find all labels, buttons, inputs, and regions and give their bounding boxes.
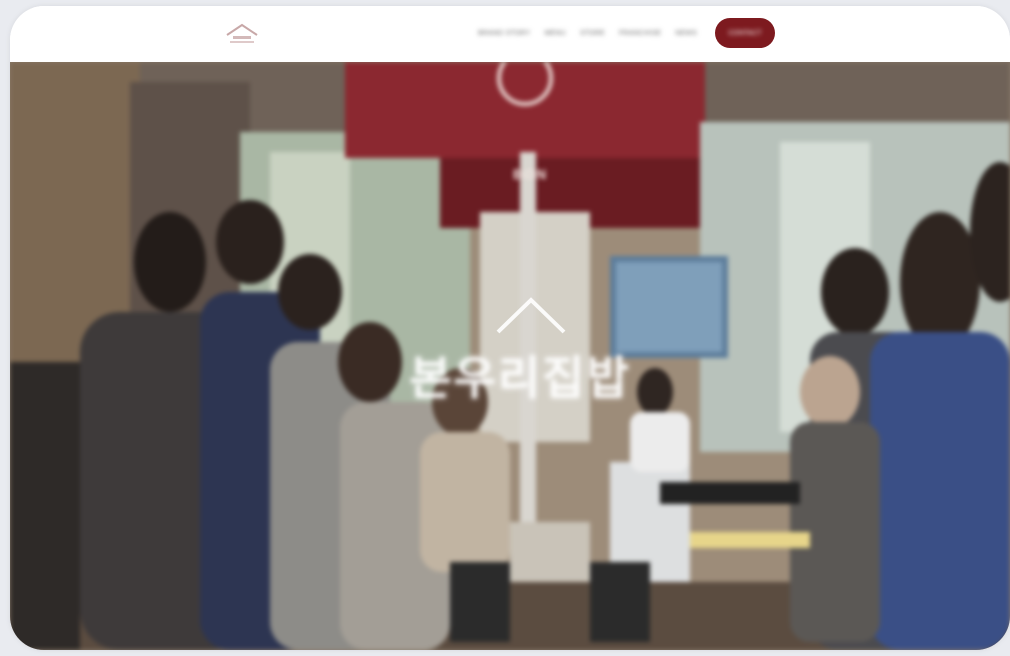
site-header: BRAND STORY MENU STORE FRANCHISE NEWS CO… xyxy=(10,6,1010,62)
hero-banner: BON 본우리집밥 xyxy=(10,62,1010,650)
house-roof-icon xyxy=(496,297,566,334)
contact-button[interactable]: CONTACT xyxy=(715,18,775,48)
hero-title: 본우리집밥 xyxy=(409,351,631,405)
page: BRAND STORY MENU STORE FRANCHISE NEWS CO… xyxy=(0,0,1010,656)
house-roof-logo-icon[interactable] xyxy=(224,20,260,46)
main-nav: BRAND STORY MENU STORE FRANCHISE NEWS CO… xyxy=(478,18,775,48)
sign-text: BON xyxy=(512,166,548,182)
nav-item-news[interactable]: NEWS xyxy=(675,30,697,37)
nav-item-menu[interactable]: MENU xyxy=(545,30,566,37)
contact-button-label: CONTACT xyxy=(728,29,762,37)
nav-item-franchise[interactable]: FRANCHISE xyxy=(619,30,661,37)
nav-item-store[interactable]: STORE xyxy=(580,30,605,37)
browser-frame: BRAND STORY MENU STORE FRANCHISE NEWS CO… xyxy=(10,6,1010,650)
nav-item-brand-story[interactable]: BRAND STORY xyxy=(478,30,531,37)
